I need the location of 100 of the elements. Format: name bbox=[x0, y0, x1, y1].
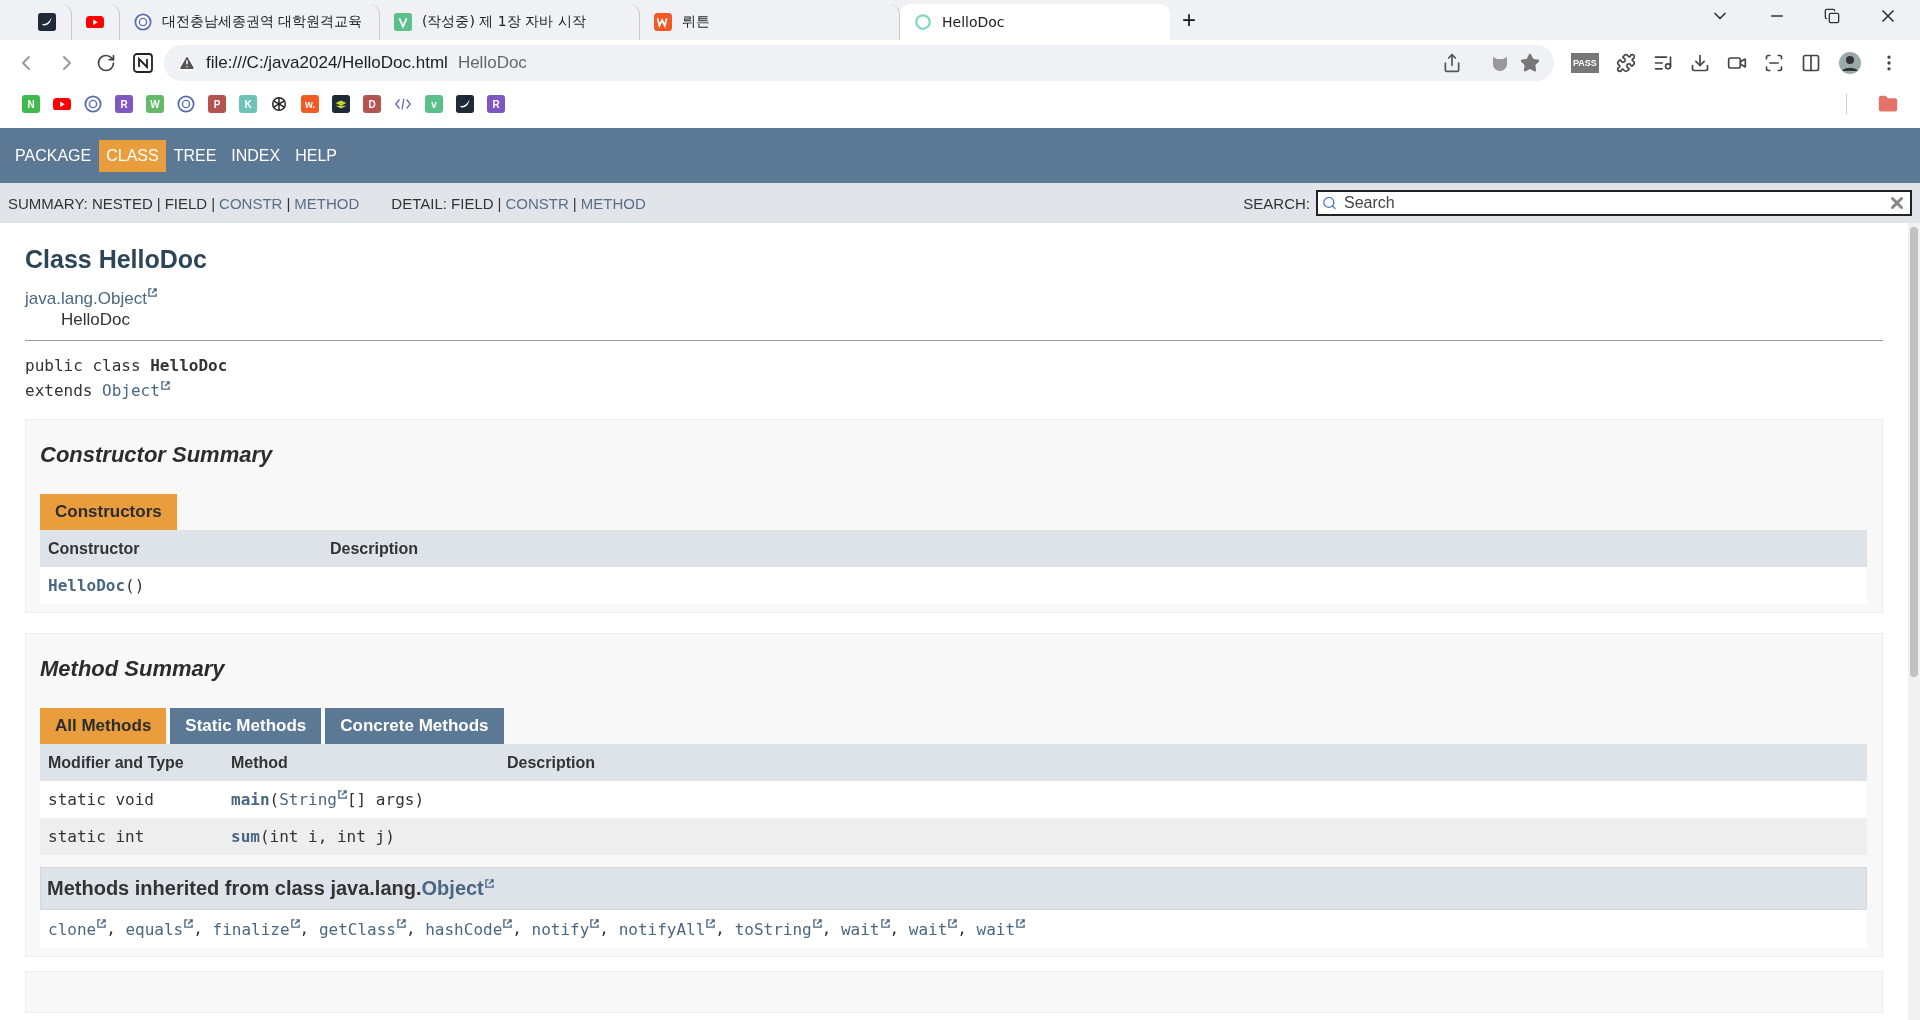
pass-extension-button[interactable]: PASS bbox=[1571, 52, 1599, 73]
inherited-method-link[interactable]: wait bbox=[976, 919, 1026, 939]
parameters-text: (int i, int j) bbox=[259, 827, 395, 847]
nav-link[interactable]: PACKAGE bbox=[8, 139, 99, 172]
search-field[interactable]: Search bbox=[1316, 190, 1912, 216]
external-link-icon bbox=[590, 919, 600, 929]
separator-text: | bbox=[497, 194, 502, 212]
external-link-icon bbox=[706, 919, 716, 929]
class-title: Class HelloDoc bbox=[25, 245, 208, 274]
subnav-text: FIELD bbox=[451, 194, 494, 212]
parameters-text: [] args) bbox=[346, 790, 425, 810]
play-icon bbox=[86, 15, 104, 29]
external-link-icon bbox=[1016, 919, 1026, 929]
bookmark-icon[interactable]: R bbox=[487, 95, 505, 113]
subnav-label: SUMMARY: bbox=[8, 194, 89, 212]
avatar-icon[interactable] bbox=[1837, 50, 1862, 75]
table-tab[interactable]: Constructors bbox=[40, 494, 177, 530]
external-link-icon bbox=[97, 919, 107, 929]
scrollbar-thumb[interactable] bbox=[1910, 227, 1918, 677]
inherited-method-link[interactable]: getClass bbox=[318, 919, 406, 939]
bookmark-icon[interactable]: P bbox=[208, 95, 226, 113]
inherited-method-link[interactable]: notifyAll bbox=[618, 919, 716, 939]
class-declaration: public class HelloDoc bbox=[25, 356, 228, 375]
new-tab-button[interactable]: + bbox=[1176, 6, 1202, 34]
inherited-method-link[interactable]: hashCode bbox=[425, 919, 513, 939]
subnav-link[interactable]: METHOD bbox=[294, 194, 360, 212]
search-icon bbox=[1322, 195, 1337, 211]
method-name-link[interactable]: sum bbox=[231, 827, 260, 847]
inherited-method-link[interactable]: notify bbox=[531, 919, 600, 939]
inherited-method-link[interactable]: wait bbox=[840, 919, 890, 939]
section-heading: Method Summary bbox=[40, 656, 226, 682]
method-name-link[interactable]: main bbox=[231, 790, 270, 810]
restore-icon[interactable] bbox=[1824, 8, 1840, 24]
subnav-link[interactable]: METHOD bbox=[580, 194, 646, 212]
superclass-link[interactable]: Object bbox=[102, 381, 170, 400]
table-tab[interactable]: All Methods bbox=[40, 708, 167, 744]
subnav-label: DETAIL: bbox=[391, 194, 448, 212]
inherited-method-link[interactable]: equals bbox=[125, 919, 194, 939]
bookmark-icon[interactable]: w. bbox=[301, 95, 319, 113]
modifier-cell: static void bbox=[40, 781, 223, 819]
table-tab[interactable]: Static Methods bbox=[170, 708, 322, 744]
w-logo-icon bbox=[654, 13, 672, 31]
bookmark-star-icon[interactable] bbox=[1520, 52, 1540, 73]
bird-icon bbox=[456, 95, 474, 113]
parameters-text: ( bbox=[269, 790, 280, 810]
seal-icon bbox=[177, 95, 195, 113]
external-link-icon bbox=[484, 878, 494, 888]
nav-link[interactable]: INDEX bbox=[224, 139, 288, 172]
superclass-link[interactable]: java.lang.Object bbox=[25, 289, 157, 308]
separator-text: , bbox=[889, 919, 901, 939]
nav-link[interactable]: HELP bbox=[288, 139, 344, 172]
folder-icon[interactable] bbox=[1878, 94, 1898, 114]
clear-icon[interactable] bbox=[1888, 194, 1906, 212]
bookmark-icon[interactable]: R bbox=[115, 95, 133, 113]
layers-icon bbox=[332, 95, 350, 113]
column-header: Modifier and Type bbox=[40, 744, 223, 781]
section-heading: Constructor Summary bbox=[40, 442, 274, 468]
screenshot-icon[interactable] bbox=[1763, 52, 1784, 73]
external-link-icon bbox=[290, 919, 300, 929]
reload-icon[interactable] bbox=[96, 52, 116, 73]
share-icon[interactable] bbox=[1442, 52, 1462, 73]
column-header: Description bbox=[499, 744, 1867, 781]
table-tab[interactable]: Concrete Methods bbox=[325, 708, 504, 744]
external-link-icon bbox=[160, 380, 170, 390]
separator-text: , bbox=[299, 919, 311, 939]
column-header: Method bbox=[223, 744, 499, 781]
seal-icon bbox=[134, 13, 152, 31]
address-bar[interactable]: file:///C:/java2024/HelloDoc.html HelloDoc bbox=[164, 44, 1554, 81]
external-link-icon bbox=[396, 919, 406, 929]
separator-text: | bbox=[286, 194, 291, 212]
extends-text: extends bbox=[25, 381, 94, 400]
inherited-method-link[interactable]: toString bbox=[734, 919, 822, 939]
subnav-text: NESTED bbox=[91, 194, 153, 212]
modifier-cell: static int bbox=[40, 818, 223, 856]
seal-icon bbox=[84, 95, 102, 113]
object-class-link[interactable]: Object bbox=[421, 877, 494, 900]
inherited-method-link[interactable]: wait bbox=[908, 919, 958, 939]
subnav-link[interactable]: CONSTR bbox=[219, 194, 283, 212]
n-logo-icon[interactable] bbox=[133, 52, 153, 73]
external-link-icon bbox=[147, 288, 157, 298]
nav-link[interactable]: TREE bbox=[166, 139, 224, 172]
separator-text: | bbox=[572, 194, 577, 212]
download-icon[interactable] bbox=[1689, 52, 1710, 73]
type-link[interactable]: String bbox=[279, 790, 347, 810]
subnav-link[interactable]: CONSTR bbox=[505, 194, 569, 212]
search-label: SEARCH: bbox=[1243, 194, 1310, 212]
side-panel-icon[interactable] bbox=[1800, 52, 1821, 73]
bookmark-icon[interactable]: D bbox=[363, 95, 381, 113]
separator-text: , bbox=[106, 919, 117, 939]
v-logo-icon bbox=[394, 13, 412, 31]
separator-text: | bbox=[211, 194, 216, 212]
puzzle-icon[interactable] bbox=[1615, 52, 1636, 73]
inherited-method-link[interactable]: clone bbox=[48, 919, 107, 939]
inherited-method-link[interactable]: finalize bbox=[212, 919, 300, 939]
separator-text: , bbox=[715, 919, 726, 939]
ring-icon bbox=[914, 13, 932, 31]
external-link-icon bbox=[880, 919, 890, 929]
constructor-link[interactable]: HelloDoc bbox=[48, 576, 126, 595]
warning-icon bbox=[178, 53, 196, 72]
browser-tab[interactable]: HelloDoc bbox=[900, 4, 1170, 40]
